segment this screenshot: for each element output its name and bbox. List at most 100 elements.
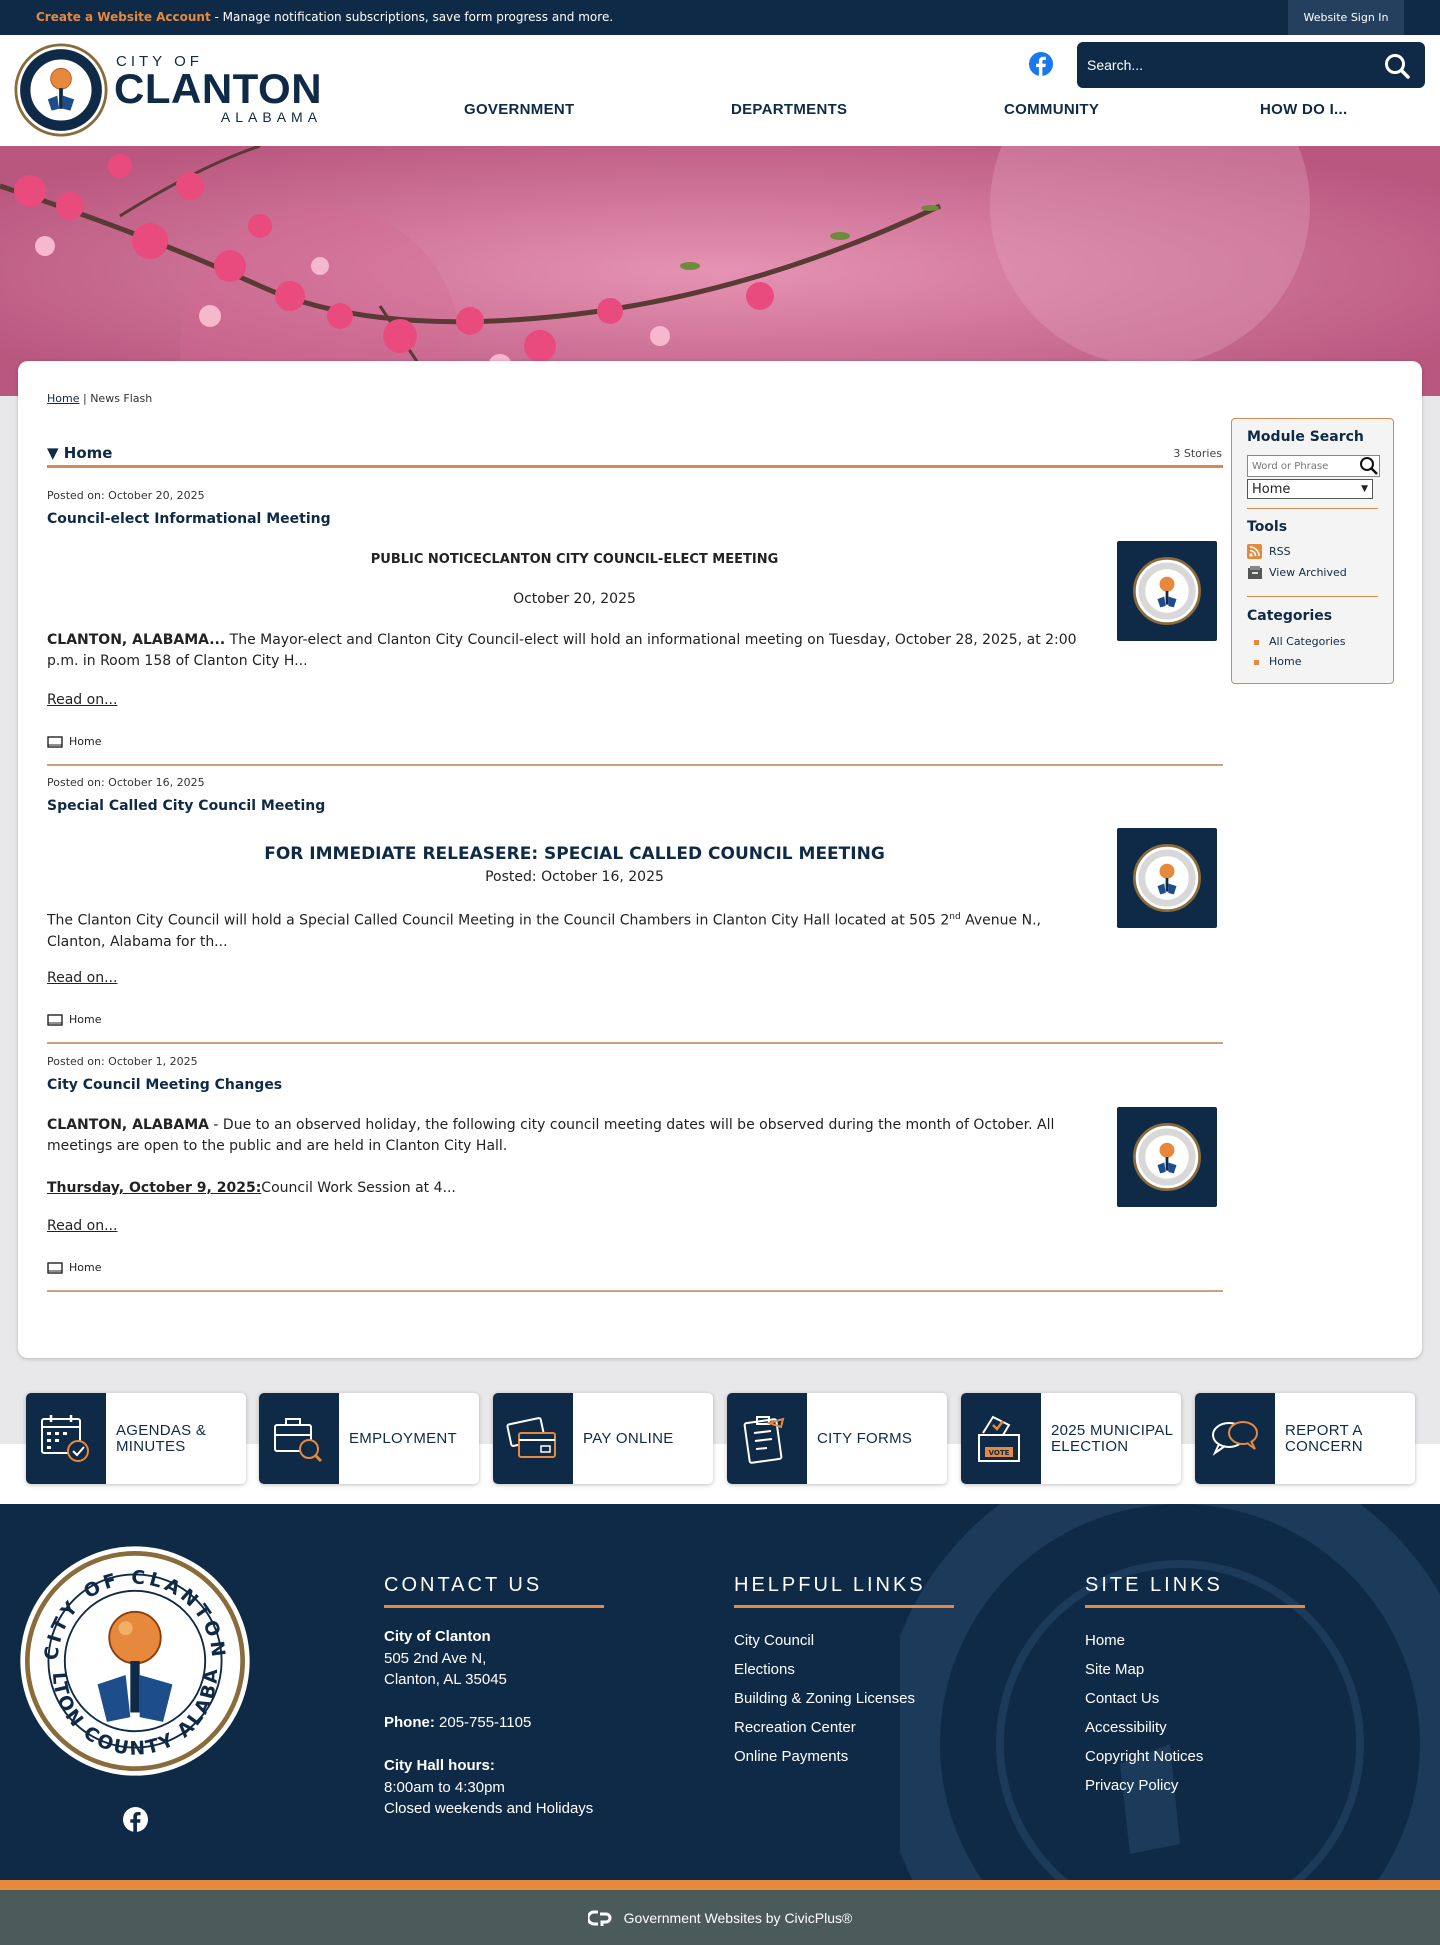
- quick-link-pay-online[interactable]: PAY ONLINE: [493, 1393, 713, 1484]
- category-tag[interactable]: Home: [47, 735, 101, 748]
- news-item-title-link[interactable]: Council-elect Informational Meeting: [47, 511, 331, 527]
- footer-link-city-council[interactable]: City Council: [734, 1626, 954, 1655]
- footer-link-contact-us[interactable]: Contact Us: [1085, 1684, 1305, 1713]
- news-headline: PUBLIC NOTICECLANTON CITY COUNCIL-ELECT …: [370, 552, 779, 567]
- quick-link-label: EMPLOYMENT: [349, 1429, 458, 1447]
- news-thumbnail[interactable]: [1117, 1107, 1217, 1207]
- blossom-branch-image: [0, 146, 1440, 396]
- facebook-icon[interactable]: [1029, 52, 1053, 76]
- sidebar-divider: [1247, 508, 1378, 509]
- category-select[interactable]: Home ▼: [1247, 479, 1373, 499]
- news-date-line: October 20, 2025: [513, 591, 636, 607]
- nav-departments[interactable]: DEPARTMENTS: [731, 101, 847, 118]
- category-tag[interactable]: Home: [47, 1261, 101, 1274]
- quick-link-municipal-election[interactable]: VOTE 2025 MUNICIPAL ELECTION: [961, 1393, 1181, 1484]
- contact-org: City of Clanton: [384, 1628, 491, 1645]
- footer-link-recreation-center[interactable]: Recreation Center: [734, 1713, 954, 1742]
- stories-count: 3 Stories: [1173, 447, 1222, 460]
- footer-link-building-zoning[interactable]: Building & Zoning Licenses: [734, 1684, 954, 1713]
- category-home-link[interactable]: Home: [1269, 655, 1301, 668]
- read-on-link[interactable]: Read on...: [47, 692, 117, 708]
- site-footer: CITY OF CLANTON CHILTON COUNTY ALABAMA C…: [0, 1504, 1440, 1880]
- module-search-heading: Module Search: [1247, 429, 1364, 445]
- heading-underline: [384, 1605, 604, 1608]
- contact-hours-label: City Hall hours:: [384, 1757, 495, 1774]
- all-categories-link[interactable]: All Categories: [1269, 635, 1345, 648]
- category-tag[interactable]: Home: [47, 1013, 101, 1026]
- breadcrumb-separator: |: [82, 392, 87, 405]
- news-summary-lead: CLANTON, ALABAMA: [47, 1117, 209, 1133]
- rss-icon[interactable]: [1247, 544, 1264, 559]
- footer-link-elections[interactable]: Elections: [734, 1655, 954, 1684]
- item-divider: [47, 1042, 1223, 1044]
- contact-phone[interactable]: 205-755-1105: [435, 1714, 531, 1731]
- quick-link-report-concern[interactable]: REPORT A CONCERN: [1195, 1393, 1415, 1484]
- section-title: Home: [63, 444, 113, 462]
- item-divider: [47, 764, 1223, 766]
- footer-link-home[interactable]: Home: [1085, 1626, 1305, 1655]
- helpful-links-heading: HELPFUL LINKS: [734, 1574, 926, 1596]
- posted-date: Posted on: October 1, 2025: [47, 1055, 198, 1068]
- nav-community[interactable]: COMMUNITY: [1004, 101, 1099, 118]
- site-links-heading: SITE LINKS: [1085, 1574, 1223, 1596]
- footer-link-site-map[interactable]: Site Map: [1085, 1655, 1305, 1684]
- category-select-value: Home: [1252, 481, 1291, 497]
- contact-hours-line1: 8:00am to 4:30pm: [384, 1778, 505, 1796]
- archive-icon[interactable]: [1247, 565, 1264, 580]
- quick-link-label: AGENDAS & MINUTES: [116, 1421, 207, 1455]
- site-brand[interactable]: CITY OF CLANTON ALABAMA: [114, 53, 322, 125]
- site-search: [1077, 42, 1425, 88]
- facebook-icon[interactable]: [123, 1807, 148, 1832]
- news-thumbnail[interactable]: [1117, 541, 1217, 641]
- search-input[interactable]: [1087, 48, 1367, 82]
- news-summary-lead: CLANTON, ALABAMA...: [47, 632, 226, 648]
- quick-link-city-forms[interactable]: CITY FORMS: [727, 1393, 947, 1484]
- quick-link-label: PAY ONLINE: [583, 1429, 674, 1447]
- news-thumbnail[interactable]: [1117, 828, 1217, 928]
- city-seal-logo[interactable]: [14, 43, 108, 137]
- news-summary-superscript: nd: [949, 912, 961, 922]
- briefcase-icon: [274, 1418, 323, 1463]
- footer-credit[interactable]: Government Websites by CivicPlus®: [0, 1890, 1440, 1945]
- brand-name: CLANTON: [114, 65, 323, 112]
- chevron-down-icon: ▼: [1361, 484, 1368, 494]
- view-archived-link[interactable]: View Archived: [1269, 566, 1347, 579]
- news-summary-sub-text: Council Work Session at 4...: [261, 1180, 456, 1196]
- quick-link-icon-tile: VOTE: [961, 1393, 1041, 1484]
- search-icon[interactable]: [1383, 52, 1411, 80]
- footer-link-copyright[interactable]: Copyright Notices: [1085, 1742, 1305, 1771]
- rss-link[interactable]: RSS: [1269, 545, 1291, 558]
- speech-bubbles-icon: [1212, 1421, 1258, 1456]
- nav-how-do-i[interactable]: HOW DO I...: [1260, 101, 1347, 118]
- create-account-link[interactable]: Create a Website Account: [36, 10, 211, 24]
- news-flash-card: Home | News Flash ▼ Home 3 Stories Poste…: [18, 361, 1422, 1358]
- quick-link-icon-tile: [1195, 1393, 1275, 1484]
- city-seal-logo[interactable]: CITY OF CLANTON CHILTON COUNTY ALABAMA: [18, 1544, 252, 1778]
- footer-link-privacy[interactable]: Privacy Policy: [1085, 1771, 1305, 1800]
- nav-government[interactable]: GOVERNMENT: [464, 101, 575, 118]
- book-icon: [47, 1013, 63, 1026]
- bullet-icon: [1254, 640, 1259, 645]
- read-on-link[interactable]: Read on...: [47, 970, 117, 986]
- svg-text:VOTE: VOTE: [989, 1449, 1010, 1457]
- contact-hours-line2: Closed weekends and Holidays: [384, 1800, 594, 1817]
- clipboard-icon: [743, 1416, 785, 1464]
- quick-link-agendas-minutes[interactable]: AGENDAS & MINUTES: [26, 1393, 246, 1484]
- quick-link-employment[interactable]: EMPLOYMENT: [259, 1393, 479, 1484]
- contact-us-heading: CONTACT US: [384, 1574, 543, 1596]
- news-date-line: Posted: October 16, 2025: [485, 869, 664, 885]
- website-sign-in-button[interactable]: Website Sign In: [1288, 0, 1404, 35]
- news-item-title-link[interactable]: City Council Meeting Changes: [47, 1077, 282, 1093]
- search-icon[interactable]: [1359, 456, 1379, 476]
- categories-heading: Categories: [1247, 608, 1333, 624]
- footer-link-accessibility[interactable]: Accessibility: [1085, 1713, 1305, 1742]
- breadcrumb-home-link[interactable]: Home: [47, 392, 79, 405]
- account-message-text: - Manage notification subscriptions, sav…: [210, 10, 614, 24]
- section-toggle[interactable]: ▼ Home: [47, 444, 112, 462]
- news-item-title-link[interactable]: Special Called City Council Meeting: [47, 798, 325, 814]
- read-on-link[interactable]: Read on...: [47, 1218, 117, 1234]
- footer-link-online-payments[interactable]: Online Payments: [734, 1742, 954, 1771]
- news-summary-text: The Clanton City Council will hold a Spe…: [47, 912, 950, 929]
- city-seal-thumbnail: [1133, 1123, 1201, 1191]
- news-summary: CLANTON, ALABAMA - Due to an observed ho…: [47, 1115, 1107, 1157]
